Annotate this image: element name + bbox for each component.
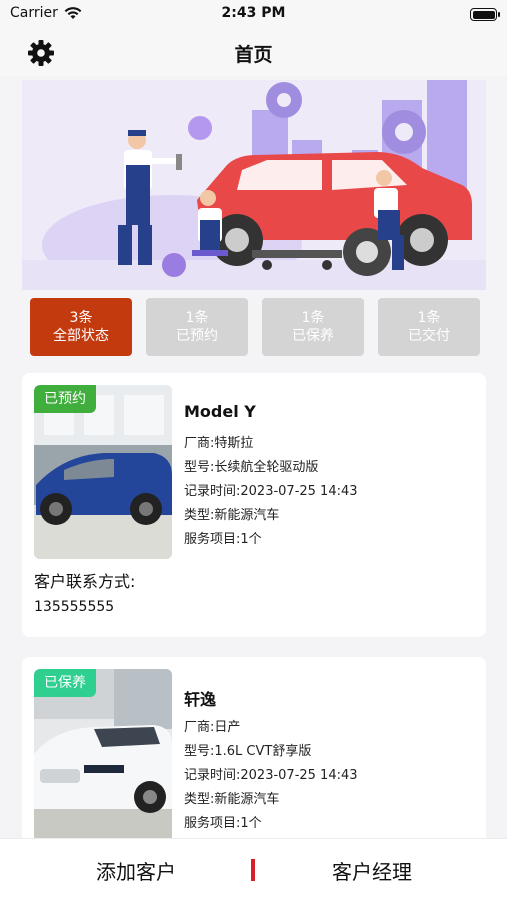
car-model: 型号:长续航全轮驱动版 bbox=[184, 460, 319, 475]
car-maker: 厂商:特斯拉 bbox=[184, 436, 254, 451]
car-model: 型号:1.6L CVT舒享版 bbox=[184, 744, 312, 759]
filter-label: 已预约 bbox=[176, 328, 218, 344]
nav-bar: 首页 bbox=[0, 30, 507, 76]
filter-count: 1条 bbox=[185, 310, 209, 326]
filter-label: 已保养 bbox=[292, 328, 334, 344]
filter-tab-all[interactable]: 3条 全部状态 bbox=[30, 298, 132, 356]
filter-count: 1条 bbox=[301, 310, 325, 326]
status-bar: Carrier 2:43 PM bbox=[0, 0, 507, 30]
status-filter-bar: 3条 全部状态 1条 已预约 1条 已保养 1条 已交付 bbox=[30, 298, 480, 356]
filter-label: 已交付 bbox=[408, 328, 450, 344]
filter-tab-booked[interactable]: 1条 已预约 bbox=[146, 298, 248, 356]
banner-illustration bbox=[22, 80, 486, 290]
customer-manager-button[interactable]: 客户经理 bbox=[272, 839, 472, 900]
car-type: 类型:新能源汽车 bbox=[184, 792, 280, 807]
car-name: 轩逸 bbox=[184, 690, 217, 709]
car-photo: 已保养 bbox=[34, 669, 172, 843]
record-time: 记录时间:2023-07-25 14:43 bbox=[184, 484, 358, 499]
contact-label: 客户联系方式: bbox=[34, 572, 136, 591]
record-time: 记录时间:2023-07-25 14:43 bbox=[184, 768, 358, 783]
car-name: Model Y bbox=[184, 402, 256, 421]
filter-count: 1条 bbox=[417, 310, 441, 326]
car-photo: 已预约 bbox=[34, 385, 172, 559]
status-badge: 已保养 bbox=[34, 669, 96, 697]
car-maker: 厂商:日产 bbox=[184, 720, 241, 735]
battery-icon bbox=[470, 8, 500, 21]
record-card[interactable]: 已保养 轩逸 厂商:日产 型号:1.6L CVT舒享版 记录时间:2023-07… bbox=[22, 657, 486, 847]
add-customer-button[interactable]: 添加客户 bbox=[36, 839, 236, 900]
bottom-divider bbox=[251, 859, 255, 881]
filter-tab-delivered[interactable]: 1条 已交付 bbox=[378, 298, 480, 356]
status-badge: 已预约 bbox=[34, 385, 96, 413]
service-count: 服务项目:1个 bbox=[184, 532, 262, 547]
filter-label: 全部状态 bbox=[53, 328, 109, 344]
bottom-action-bar: 添加客户 客户经理 bbox=[0, 838, 507, 900]
car-type: 类型:新能源汽车 bbox=[184, 508, 280, 523]
filter-count: 3条 bbox=[69, 310, 93, 326]
filter-tab-serviced[interactable]: 1条 已保养 bbox=[262, 298, 364, 356]
service-count: 服务项目:1个 bbox=[184, 816, 262, 831]
status-time: 2:43 PM bbox=[221, 5, 286, 21]
record-card[interactable]: 已预约 Model Y 厂商:特斯拉 型号:长续航全轮驱动版 记录时间:2023… bbox=[22, 373, 486, 637]
page-title: 首页 bbox=[234, 44, 273, 66]
contact-phone[interactable]: 135555555 bbox=[34, 599, 114, 615]
